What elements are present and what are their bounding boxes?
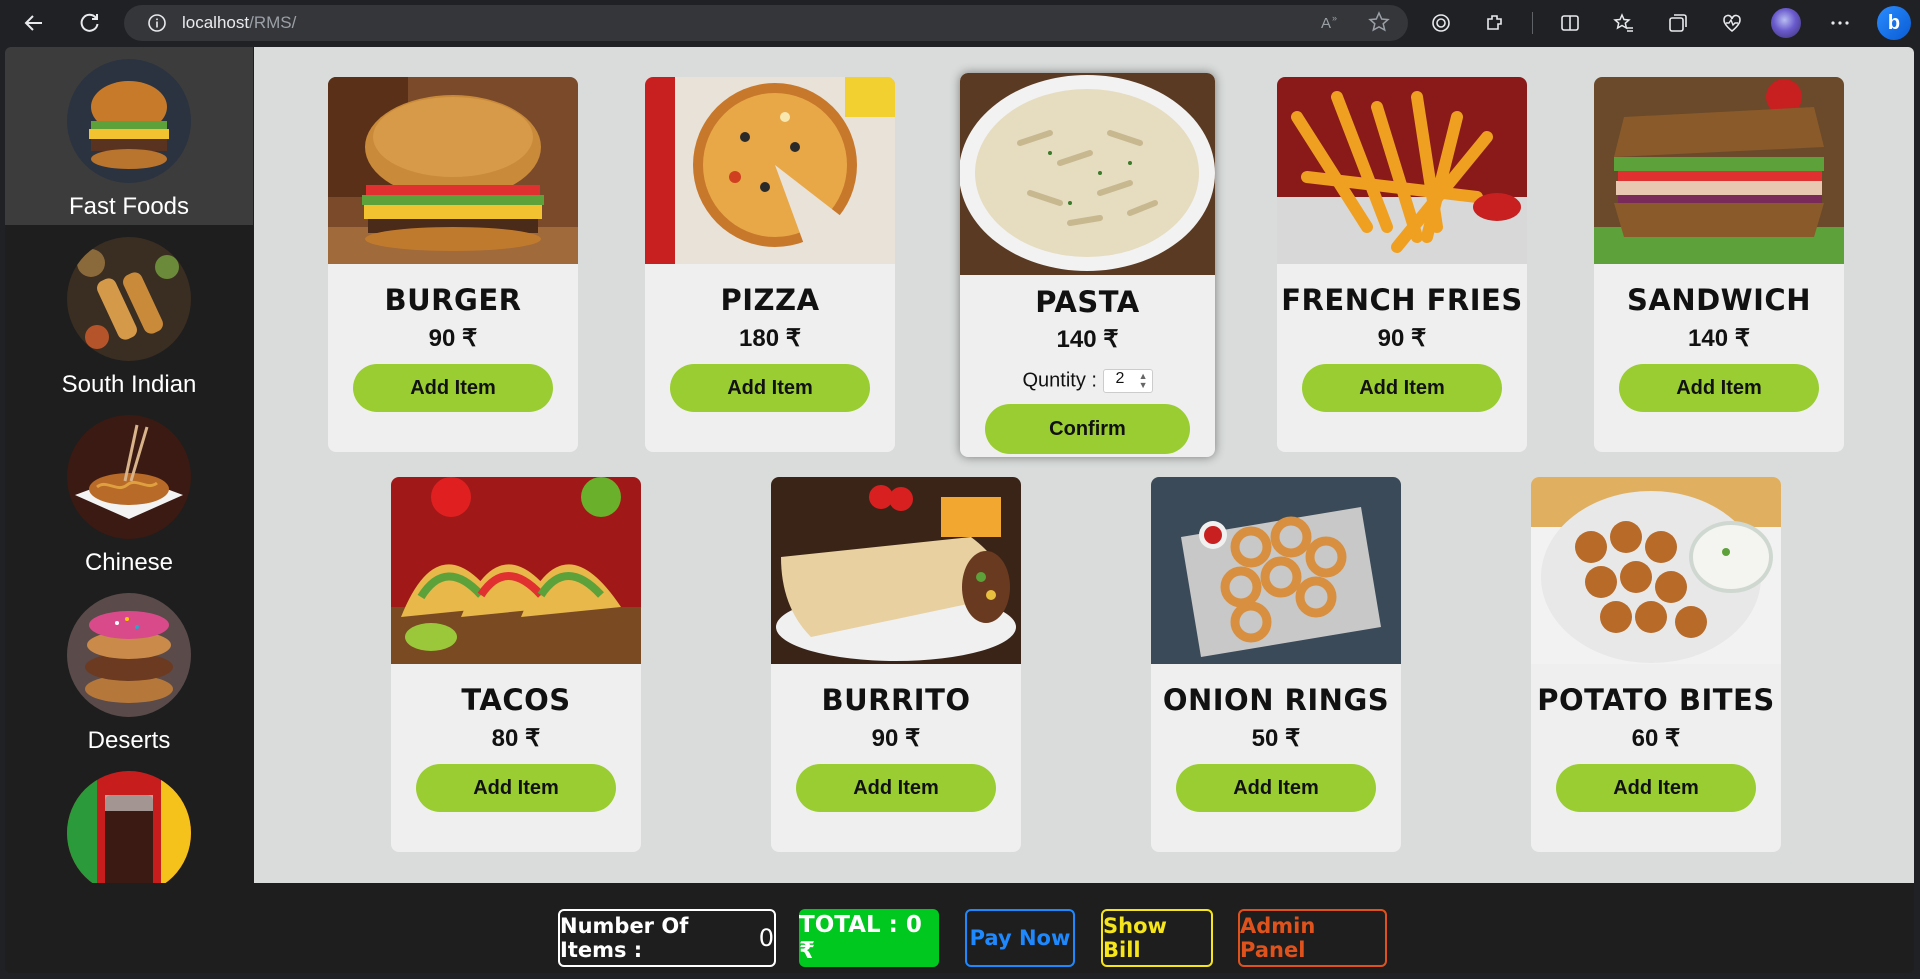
south-indian-image xyxy=(67,237,191,361)
category-sidebar: Fast Foods South Indian Chinese Deserts xyxy=(5,47,253,895)
url-text: localhost/RMS/ xyxy=(182,13,296,33)
item-name: Pizza xyxy=(720,283,820,317)
item-price: 80 ₹ xyxy=(491,725,541,752)
admin-panel-button[interactable]: Admin Panel xyxy=(1238,909,1387,967)
item-name: Potato Bites xyxy=(1537,683,1775,717)
item-price: 90 ₹ xyxy=(871,725,921,752)
category-label: Deserts xyxy=(87,727,171,754)
menu-card-burrito: Burrito 90 ₹ Add Item xyxy=(771,477,1021,852)
add-item-button[interactable]: Add Item xyxy=(670,364,870,412)
tacos-image xyxy=(391,477,641,664)
profile-avatar[interactable] xyxy=(1769,6,1803,40)
item-name: Sandwich xyxy=(1626,283,1811,317)
menu-card-sandwich: Sandwich 140 ₹ Add Item xyxy=(1594,77,1844,452)
add-item-button[interactable]: Add Item xyxy=(416,764,616,812)
more-options-icon[interactable] xyxy=(1823,6,1857,40)
menu-card-onion-rings: Onion Rings 50 ₹ Add Item xyxy=(1151,477,1401,852)
menu-card-pizza: Pizza 180 ₹ Add Item xyxy=(645,77,895,452)
bing-copilot-icon[interactable]: b xyxy=(1877,6,1911,40)
drinks-image xyxy=(67,771,191,895)
tracking-prevention-icon[interactable] xyxy=(1424,6,1458,40)
spinner-arrows-icon[interactable]: ▲ ▼ xyxy=(1139,372,1148,390)
pay-now-button[interactable]: Pay Now xyxy=(965,909,1075,967)
menu-card-tacos: Tacos 80 ₹ Add Item xyxy=(391,477,641,852)
deserts-image xyxy=(67,593,191,717)
item-price: 140 ₹ xyxy=(1688,325,1750,352)
back-icon[interactable] xyxy=(16,5,52,41)
browser-toolbar: localhost/RMS/ A» b xyxy=(0,0,1920,46)
url-path: /RMS/ xyxy=(249,13,297,32)
favorite-star-icon[interactable] xyxy=(1368,11,1390,38)
quantity-label: Quntity : xyxy=(1022,369,1097,392)
item-count-label: Number Of Items : xyxy=(560,914,689,962)
burrito-image xyxy=(771,477,1021,664)
app-window: Fast Foods South Indian Chinese Deserts xyxy=(5,47,1914,973)
item-price: 90 ₹ xyxy=(1377,325,1427,352)
quantity-row: Quntity : 2 ▲ ▼ xyxy=(960,369,1215,393)
fast-foods-image xyxy=(67,59,191,183)
browser-essentials-icon[interactable] xyxy=(1715,6,1749,40)
item-price: 90 ₹ xyxy=(428,325,478,352)
menu-grid: Burger 90 ₹ Add Item Pizza 180 ₹ Add Ite… xyxy=(254,47,1914,883)
split-screen-icon[interactable] xyxy=(1553,6,1587,40)
category-deserts[interactable]: Deserts xyxy=(5,581,253,759)
show-bill-button[interactable]: Show Bill xyxy=(1101,909,1213,967)
toolbar-divider xyxy=(1532,12,1533,34)
chinese-image xyxy=(67,415,191,539)
menu-card-burger: Burger 90 ₹ Add Item xyxy=(328,77,578,452)
reload-icon[interactable] xyxy=(72,5,108,41)
confirm-button[interactable]: Confirm xyxy=(985,404,1190,454)
category-label: Chinese xyxy=(84,549,174,576)
quantity-stepper[interactable]: 2 ▲ ▼ xyxy=(1102,369,1153,393)
item-name: Pasta xyxy=(1035,285,1140,319)
potato-bites-image xyxy=(1531,477,1781,664)
item-price: 60 ₹ xyxy=(1631,725,1681,752)
add-item-button[interactable]: Add Item xyxy=(1176,764,1376,812)
item-name: Burger xyxy=(384,283,522,317)
category-label: Fast Foods xyxy=(68,193,190,220)
item-count-box: Number Of Items : 0 xyxy=(558,909,776,967)
site-info-icon[interactable] xyxy=(146,12,168,34)
category-fast-foods[interactable]: Fast Foods xyxy=(5,47,253,225)
add-item-button[interactable]: Add Item xyxy=(1619,364,1819,412)
menu-card-french-fries: French Fries 90 ₹ Add Item xyxy=(1277,77,1527,452)
item-count-value: 0 xyxy=(758,924,774,952)
onion-rings-image xyxy=(1151,477,1401,664)
pizza-image xyxy=(645,77,895,264)
item-name: Burrito xyxy=(821,683,971,717)
item-name: French Fries xyxy=(1281,283,1523,317)
menu-card-potato-bites: Potato Bites 60 ₹ Add Item xyxy=(1531,477,1781,852)
quantity-value: 2 xyxy=(1115,370,1125,387)
item-price: 180 ₹ xyxy=(739,325,801,352)
add-item-button[interactable]: Add Item xyxy=(796,764,996,812)
item-name: Tacos xyxy=(461,683,571,717)
svg-text:»: » xyxy=(1332,13,1337,23)
french-fries-image xyxy=(1277,77,1527,264)
item-name: Onion Rings xyxy=(1162,683,1390,717)
total-box: TOTAL : 0 ₹ xyxy=(799,909,939,967)
add-item-button[interactable]: Add Item xyxy=(1302,364,1502,412)
category-chinese[interactable]: Chinese xyxy=(5,403,253,581)
extensions-icon[interactable] xyxy=(1478,6,1512,40)
url-host: localhost xyxy=(182,13,250,32)
item-price: 140 ₹ xyxy=(1056,326,1119,353)
category-south-indian[interactable]: South Indian xyxy=(5,225,253,403)
address-bar[interactable]: localhost/RMS/ A» xyxy=(124,5,1408,41)
pasta-image xyxy=(960,73,1215,275)
favorites-icon[interactable] xyxy=(1607,6,1641,40)
add-item-button[interactable]: Add Item xyxy=(1556,764,1756,812)
sandwich-image xyxy=(1594,77,1844,264)
menu-card-pasta: Pasta 140 ₹ Quntity : 2 ▲ ▼ Confirm xyxy=(960,73,1215,457)
burger-image xyxy=(328,77,578,264)
item-price: 50 ₹ xyxy=(1251,725,1301,752)
add-item-button[interactable]: Add Item xyxy=(353,364,553,412)
collections-icon[interactable] xyxy=(1661,6,1695,40)
category-label: South Indian xyxy=(61,371,197,398)
read-aloud-icon[interactable]: A» xyxy=(1320,11,1342,38)
order-bar: Number Of Items : 0 TOTAL : 0 ₹ Pay Now … xyxy=(5,883,1914,973)
svg-text:A: A xyxy=(1321,15,1331,32)
